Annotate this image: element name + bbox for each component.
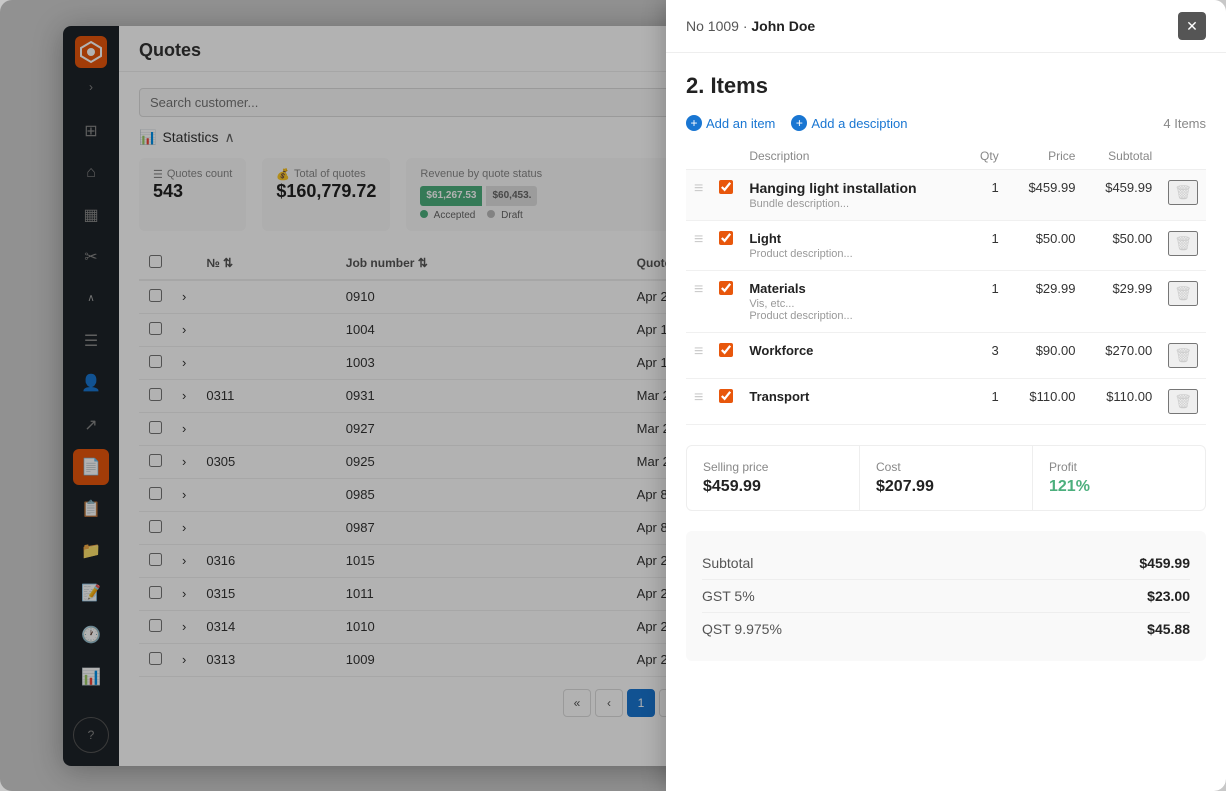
- drag-handle-icon[interactable]: ≡: [686, 379, 711, 425]
- profit-label: Profit: [1049, 460, 1163, 474]
- modal-header: No 1009 · John Doe ✕: [666, 26, 1163, 54]
- add-item-plus-icon: +: [686, 115, 702, 131]
- modal-panel: No 1009 · John Doe ✕ 2. Items + Add an i…: [666, 26, 1163, 766]
- cost-section: Cost $207.99: [860, 446, 1033, 510]
- item-checkbox[interactable]: [719, 231, 733, 245]
- cost-label: Cost: [876, 460, 1016, 474]
- selling-price-value: $459.99: [703, 478, 843, 496]
- item-subtotal: $29.99: [1083, 271, 1160, 333]
- items-toolbar-left: + Add an item + Add a desciption: [686, 115, 908, 131]
- item-row: ≡ Transport 1 $110.00 $110.00 🗑: [686, 379, 1163, 425]
- items-header-row: Description Qty Price Subtotal: [686, 143, 1163, 170]
- item-description: Materials Vis, etc...Product description…: [741, 271, 964, 333]
- modal-title: No 1009 · John Doe: [686, 26, 815, 35]
- item-checkbox[interactable]: [719, 343, 733, 357]
- totals-box: Subtotal $459.99 GST 5% $23.00 QST 9.975…: [686, 531, 1163, 661]
- item-qty: 1: [965, 379, 1007, 425]
- item-qty: 1: [965, 271, 1007, 333]
- section-title: 2. Items: [686, 73, 1163, 99]
- modal-overlay: No 1009 · John Doe ✕ 2. Items + Add an i…: [63, 26, 1163, 766]
- total-row: GST 5% $23.00: [702, 580, 1163, 613]
- item-row: ≡ Materials Vis, etc...Product descripti…: [686, 271, 1163, 333]
- total-value: $23.00: [1147, 588, 1163, 604]
- add-desc-plus-icon: +: [791, 115, 807, 131]
- item-subtotal: $270.00: [1083, 333, 1160, 379]
- item-row: ≡ Light Product description... 1 $50.00 …: [686, 221, 1163, 271]
- item-description: Light Product description...: [741, 221, 964, 271]
- total-value: $459.99: [1139, 555, 1163, 571]
- item-price: $29.99: [1007, 271, 1084, 333]
- item-checkbox[interactable]: [719, 389, 733, 403]
- profit-value: 121%: [1049, 478, 1163, 496]
- total-label: QST 9.975%: [702, 621, 782, 637]
- item-price: $459.99: [1007, 170, 1084, 221]
- th-subtotal: Subtotal: [1083, 143, 1160, 170]
- item-description: Workforce: [741, 333, 964, 379]
- item-qty: 3: [965, 333, 1007, 379]
- item-row: ≡ Hanging light installation Bundle desc…: [686, 170, 1163, 221]
- item-description: Hanging light installation Bundle descri…: [741, 170, 964, 221]
- items-toolbar: + Add an item + Add a desciption 4 Items: [686, 115, 1163, 131]
- selling-price-section: Selling price $459.99: [687, 446, 860, 510]
- modal-body: 2. Items + Add an item + Add a desciptio…: [666, 53, 1163, 766]
- item-qty: 1: [965, 170, 1007, 221]
- drag-handle-icon[interactable]: ≡: [686, 221, 711, 271]
- item-subtotal: $110.00: [1083, 379, 1160, 425]
- item-checkbox[interactable]: [719, 180, 733, 194]
- total-row: QST 9.975% $45.88: [702, 613, 1163, 645]
- total-value: $45.88: [1147, 621, 1163, 637]
- total-label: GST 5%: [702, 588, 755, 604]
- item-subtotal: $459.99: [1083, 170, 1160, 221]
- th-description: Description: [741, 143, 964, 170]
- screen-wrapper: › ⊞ ⌂ ▦ ✂ ∧ ☰ 👤 ↗ 📄 📋 📁 📝 🕐 📊 ? Quotes: [0, 0, 1226, 791]
- item-checkbox[interactable]: [719, 281, 733, 295]
- item-price: $90.00: [1007, 333, 1084, 379]
- cost-value: $207.99: [876, 478, 1016, 496]
- drag-handle-icon[interactable]: ≡: [686, 271, 711, 333]
- item-qty: 1: [965, 221, 1007, 271]
- add-description-button[interactable]: + Add a desciption: [791, 115, 907, 131]
- item-subtotal: $50.00: [1083, 221, 1160, 271]
- item-description: Transport: [741, 379, 964, 425]
- th-price: Price: [1007, 143, 1084, 170]
- pricing-summary: Selling price $459.99 Cost $207.99 Profi…: [686, 445, 1163, 511]
- items-table: Description Qty Price Subtotal ≡ Hanging…: [686, 143, 1163, 425]
- profit-section: Profit 121%: [1033, 446, 1163, 510]
- total-label: Subtotal: [702, 555, 753, 571]
- item-price: $50.00: [1007, 221, 1084, 271]
- selling-price-label: Selling price: [703, 460, 843, 474]
- th-qty: Qty: [965, 143, 1007, 170]
- add-item-button[interactable]: + Add an item: [686, 115, 775, 131]
- drag-handle-icon[interactable]: ≡: [686, 333, 711, 379]
- total-row: Subtotal $459.99: [702, 547, 1163, 580]
- app-window: › ⊞ ⌂ ▦ ✂ ∧ ☰ 👤 ↗ 📄 📋 📁 📝 🕐 📊 ? Quotes: [63, 26, 1163, 766]
- item-row: ≡ Workforce 3 $90.00 $270.00 🗑: [686, 333, 1163, 379]
- item-price: $110.00: [1007, 379, 1084, 425]
- drag-handle-icon[interactable]: ≡: [686, 170, 711, 221]
